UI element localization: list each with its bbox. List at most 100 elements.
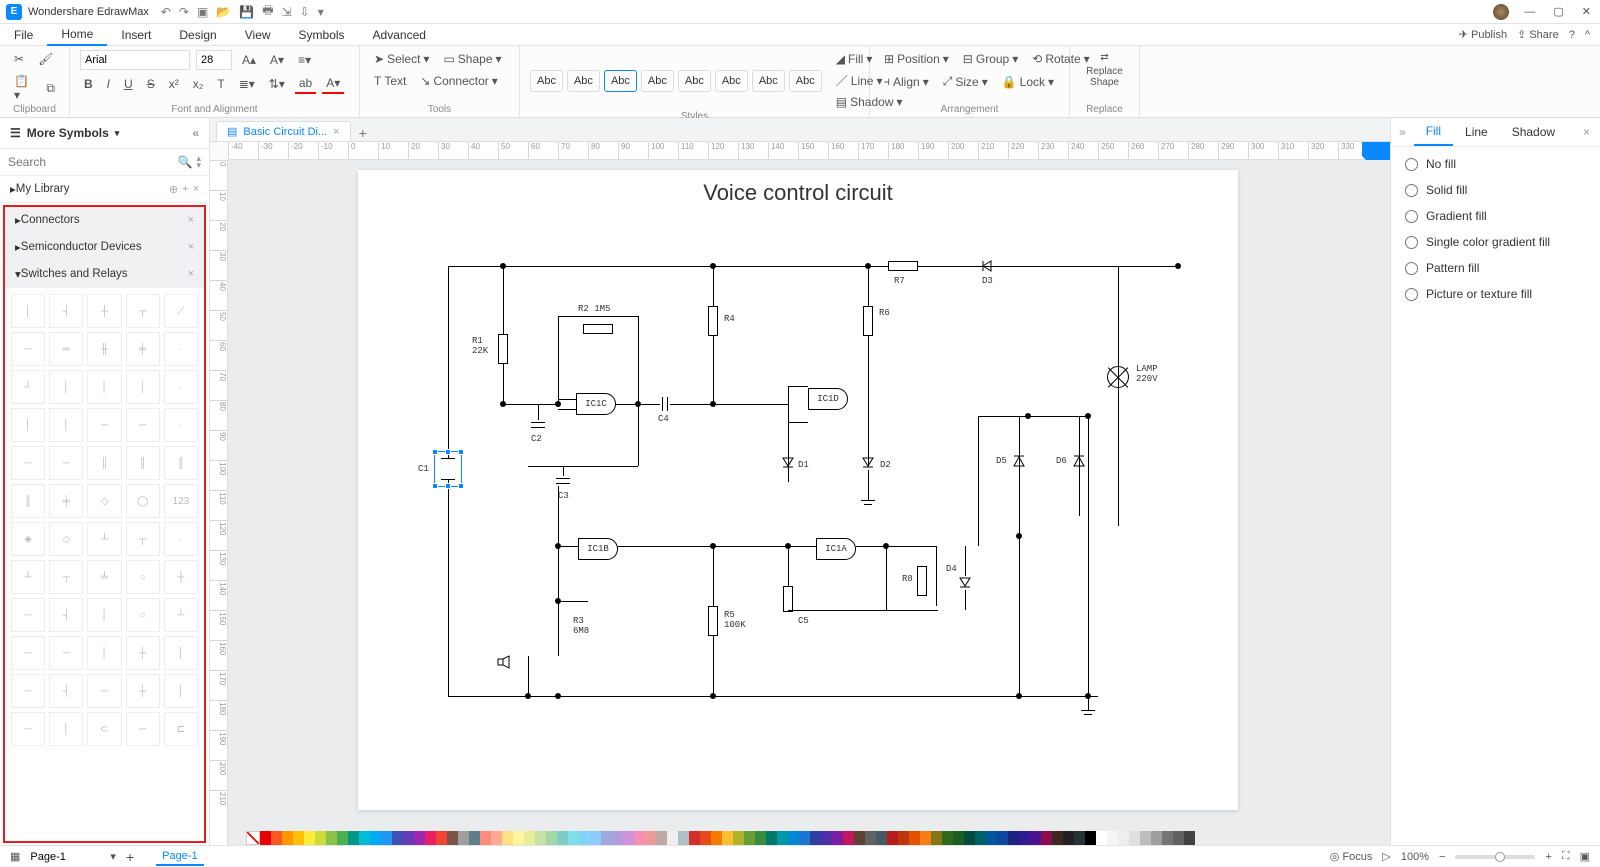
minimize-icon[interactable]: — xyxy=(1521,6,1538,18)
color-swatch[interactable] xyxy=(810,831,821,845)
symbol-item[interactable]: ┴ xyxy=(11,560,45,594)
canvas-viewport[interactable]: Voice control circuit R7 D3 xyxy=(228,160,1390,845)
symbol-item[interactable]: ─ xyxy=(11,332,45,366)
color-swatch[interactable] xyxy=(535,831,546,845)
format-painter-icon[interactable]: 🖌 xyxy=(34,50,57,68)
color-swatch[interactable] xyxy=(700,831,711,845)
collapse-panel-icon[interactable]: « xyxy=(192,126,199,140)
replace-shape-button[interactable]: ⇄Replace Shape xyxy=(1082,50,1127,90)
symbol-item[interactable]: ◇ xyxy=(49,522,83,556)
color-swatch[interactable] xyxy=(733,831,744,845)
fill-pattern[interactable]: Pattern fill xyxy=(1405,261,1586,275)
page-selector[interactable] xyxy=(30,851,100,863)
color-swatch[interactable] xyxy=(744,831,755,845)
group-menu[interactable]: ⊟ Group▾ xyxy=(959,50,1022,68)
color-swatch[interactable] xyxy=(623,831,634,845)
symbol-item[interactable]: ═ xyxy=(49,332,83,366)
color-swatch[interactable] xyxy=(458,831,469,845)
color-swatch[interactable] xyxy=(832,831,843,845)
font-color-icon[interactable]: A▾ xyxy=(322,74,344,94)
symbol-item[interactable]: │ xyxy=(49,370,83,404)
color-swatch[interactable] xyxy=(876,831,887,845)
color-swatch[interactable] xyxy=(656,831,667,845)
symbol-item[interactable]: ◇ xyxy=(87,484,121,518)
color-swatch[interactable] xyxy=(491,831,502,845)
text-tool[interactable]: T Text xyxy=(370,72,410,90)
symbol-item[interactable]: │ xyxy=(11,408,45,442)
menu-design[interactable]: Design xyxy=(165,25,230,45)
section-close-icon[interactable]: × xyxy=(188,214,194,226)
style-preset[interactable]: Abc xyxy=(530,70,563,92)
symbol-item[interactable]: ⊂ xyxy=(87,712,121,746)
symbol-item[interactable]: · xyxy=(164,370,198,404)
color-swatch[interactable] xyxy=(1052,831,1063,845)
symbol-item[interactable]: ─ xyxy=(11,598,45,632)
user-avatar[interactable] xyxy=(1493,4,1509,20)
help-icon[interactable]: ? xyxy=(1569,29,1575,41)
menu-advanced[interactable]: Advanced xyxy=(359,25,440,45)
symbol-item[interactable]: ┤ xyxy=(49,294,83,328)
expand-panel-icon[interactable]: » xyxy=(1391,119,1414,145)
symbol-item[interactable]: ┴ xyxy=(87,522,121,556)
color-swatch[interactable] xyxy=(1173,831,1184,845)
zoom-in-button[interactable]: + xyxy=(1545,851,1551,863)
symbol-item[interactable]: ◈ xyxy=(11,522,45,556)
symbol-item[interactable]: │ xyxy=(87,598,121,632)
color-swatch[interactable] xyxy=(887,831,898,845)
symbol-item[interactable]: ┼ xyxy=(164,560,198,594)
symbol-item[interactable]: ─ xyxy=(11,674,45,708)
symbol-search-input[interactable] xyxy=(8,155,178,169)
selected-shape-c1[interactable] xyxy=(434,451,462,487)
symbol-item[interactable]: │ xyxy=(11,294,45,328)
color-swatch[interactable] xyxy=(854,831,865,845)
case-icon[interactable]: T xyxy=(213,75,228,93)
color-swatch[interactable] xyxy=(601,831,612,845)
symbol-item[interactable]: ╫ xyxy=(87,332,121,366)
color-swatch[interactable] xyxy=(953,831,964,845)
color-swatch[interactable] xyxy=(1151,831,1162,845)
open-icon[interactable]: 📂 xyxy=(216,5,231,19)
symbol-item[interactable]: │ xyxy=(87,636,121,670)
color-swatch[interactable] xyxy=(1096,831,1107,845)
color-swatch[interactable] xyxy=(821,831,832,845)
color-swatch[interactable] xyxy=(766,831,777,845)
symbol-item[interactable]: │ xyxy=(164,674,198,708)
color-swatch[interactable] xyxy=(315,831,326,845)
lib-add-icon[interactable]: + xyxy=(182,183,188,195)
sort-down-icon[interactable]: ▾ xyxy=(196,162,201,169)
symbol-item[interactable]: │ xyxy=(49,712,83,746)
style-preset[interactable]: Abc xyxy=(715,70,748,92)
cut-icon[interactable]: ✂ xyxy=(10,50,28,68)
lib-pin-icon[interactable]: ⊕ xyxy=(169,183,178,196)
symbol-item[interactable]: │ xyxy=(87,370,121,404)
print-icon[interactable]: 🖶 xyxy=(262,1,273,22)
color-swatch[interactable] xyxy=(865,831,876,845)
fill-picture[interactable]: Picture or texture fill xyxy=(1405,287,1586,301)
color-swatch[interactable] xyxy=(1074,831,1085,845)
symbol-item[interactable]: 123 xyxy=(164,484,198,518)
symbol-item[interactable]: ┴ xyxy=(164,598,198,632)
color-swatch[interactable] xyxy=(645,831,656,845)
symbol-item[interactable]: ⟋ xyxy=(164,294,198,328)
color-swatch[interactable] xyxy=(359,831,370,845)
menu-file[interactable]: File xyxy=(0,25,47,45)
color-swatch[interactable] xyxy=(568,831,579,845)
color-swatch[interactable] xyxy=(447,831,458,845)
menu-home[interactable]: Home xyxy=(47,24,107,46)
color-swatch[interactable] xyxy=(502,831,513,845)
color-swatch[interactable] xyxy=(920,831,931,845)
symbol-item[interactable]: ─ xyxy=(126,712,160,746)
section-connectors[interactable]: ▸ Connectors× xyxy=(5,207,204,234)
color-swatch[interactable] xyxy=(722,831,733,845)
position-menu[interactable]: ⊞ Position▾ xyxy=(880,50,953,68)
symbol-item[interactable]: │ xyxy=(164,636,198,670)
color-swatch[interactable] xyxy=(689,831,700,845)
color-swatch[interactable] xyxy=(1107,831,1118,845)
color-swatch[interactable] xyxy=(898,831,909,845)
color-swatch[interactable] xyxy=(1063,831,1074,845)
paste-icon[interactable]: 📋▾ xyxy=(10,72,36,104)
underline-button[interactable]: U xyxy=(120,75,137,93)
tab-fill[interactable]: Fill xyxy=(1414,118,1453,146)
tab-close-icon[interactable]: × xyxy=(333,126,339,138)
subscript-icon[interactable]: x₂ xyxy=(189,75,208,93)
